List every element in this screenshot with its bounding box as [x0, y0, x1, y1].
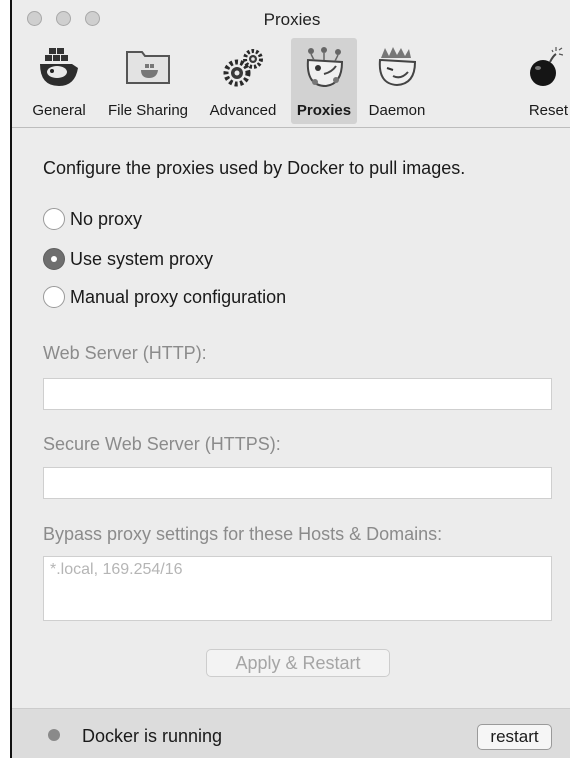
folder-icon — [126, 51, 170, 84]
gears-icon — [223, 49, 263, 87]
no-proxy-radio[interactable]: No proxy — [43, 208, 263, 234]
manual-proxy-radio-button[interactable] — [43, 286, 65, 308]
no-proxy-radio-button[interactable] — [43, 208, 65, 230]
manual-proxy-label: Manual proxy configuration — [70, 287, 287, 307]
tab-daemon[interactable]: Daemon — [361, 38, 433, 124]
proxy-whale-icon — [306, 47, 344, 88]
tab-proxies-label: Proxies — [296, 102, 352, 119]
intro-text: Configure the proxies used by Docker to … — [43, 158, 466, 178]
window-title: Proxies — [263, 10, 321, 29]
use-system-proxy-radio[interactable]: Use system proxy — [43, 248, 263, 274]
title-bar: Proxies — [12, 0, 570, 35]
preferences-window: Proxies General File Sharing Advanced Pr… — [10, 0, 570, 758]
tab-advanced-label: Advanced — [209, 102, 277, 119]
tab-general[interactable]: General — [21, 38, 97, 124]
tab-file-sharing[interactable]: File Sharing — [99, 38, 197, 124]
tab-file-sharing-label: File Sharing — [107, 102, 189, 119]
daemon-whale-icon — [378, 47, 417, 87]
tab-advanced[interactable]: Advanced — [199, 38, 287, 124]
bypass-label: Bypass proxy settings for these Hosts & … — [43, 524, 443, 544]
use-system-proxy-radio-button[interactable] — [43, 248, 65, 270]
proxies-pane: Configure the proxies used by Docker to … — [12, 128, 570, 708]
tab-proxies[interactable]: Proxies — [291, 38, 357, 124]
manual-proxy-radio[interactable]: Manual proxy configuration — [43, 286, 343, 312]
status-indicator-icon — [48, 729, 60, 741]
bypass-hosts-field[interactable]: *.local, 169.254/16 — [43, 556, 552, 621]
http-label: Web Server (HTTP): — [43, 343, 207, 363]
https-server-field[interactable] — [43, 467, 552, 499]
tab-daemon-label: Daemon — [368, 102, 426, 119]
no-proxy-label: No proxy — [70, 209, 143, 229]
tab-reset-label: Reset — [528, 102, 568, 119]
status-text: Docker is running — [82, 726, 223, 746]
use-system-proxy-label: Use system proxy — [70, 249, 214, 269]
apply-restart-button[interactable]: Apply & Restart — [206, 649, 390, 677]
docker-whale-icon — [40, 48, 78, 86]
preferences-toolbar: General File Sharing Advanced Proxies Da… — [12, 35, 570, 128]
http-server-field[interactable] — [43, 378, 552, 410]
tab-reset[interactable]: Reset — [516, 38, 570, 124]
status-bar: Docker is running restart — [12, 708, 570, 758]
bomb-icon — [530, 47, 563, 86]
restart-button[interactable]: restart — [477, 724, 552, 750]
https-label: Secure Web Server (HTTPS): — [43, 434, 281, 454]
tab-general-label: General — [32, 102, 86, 119]
